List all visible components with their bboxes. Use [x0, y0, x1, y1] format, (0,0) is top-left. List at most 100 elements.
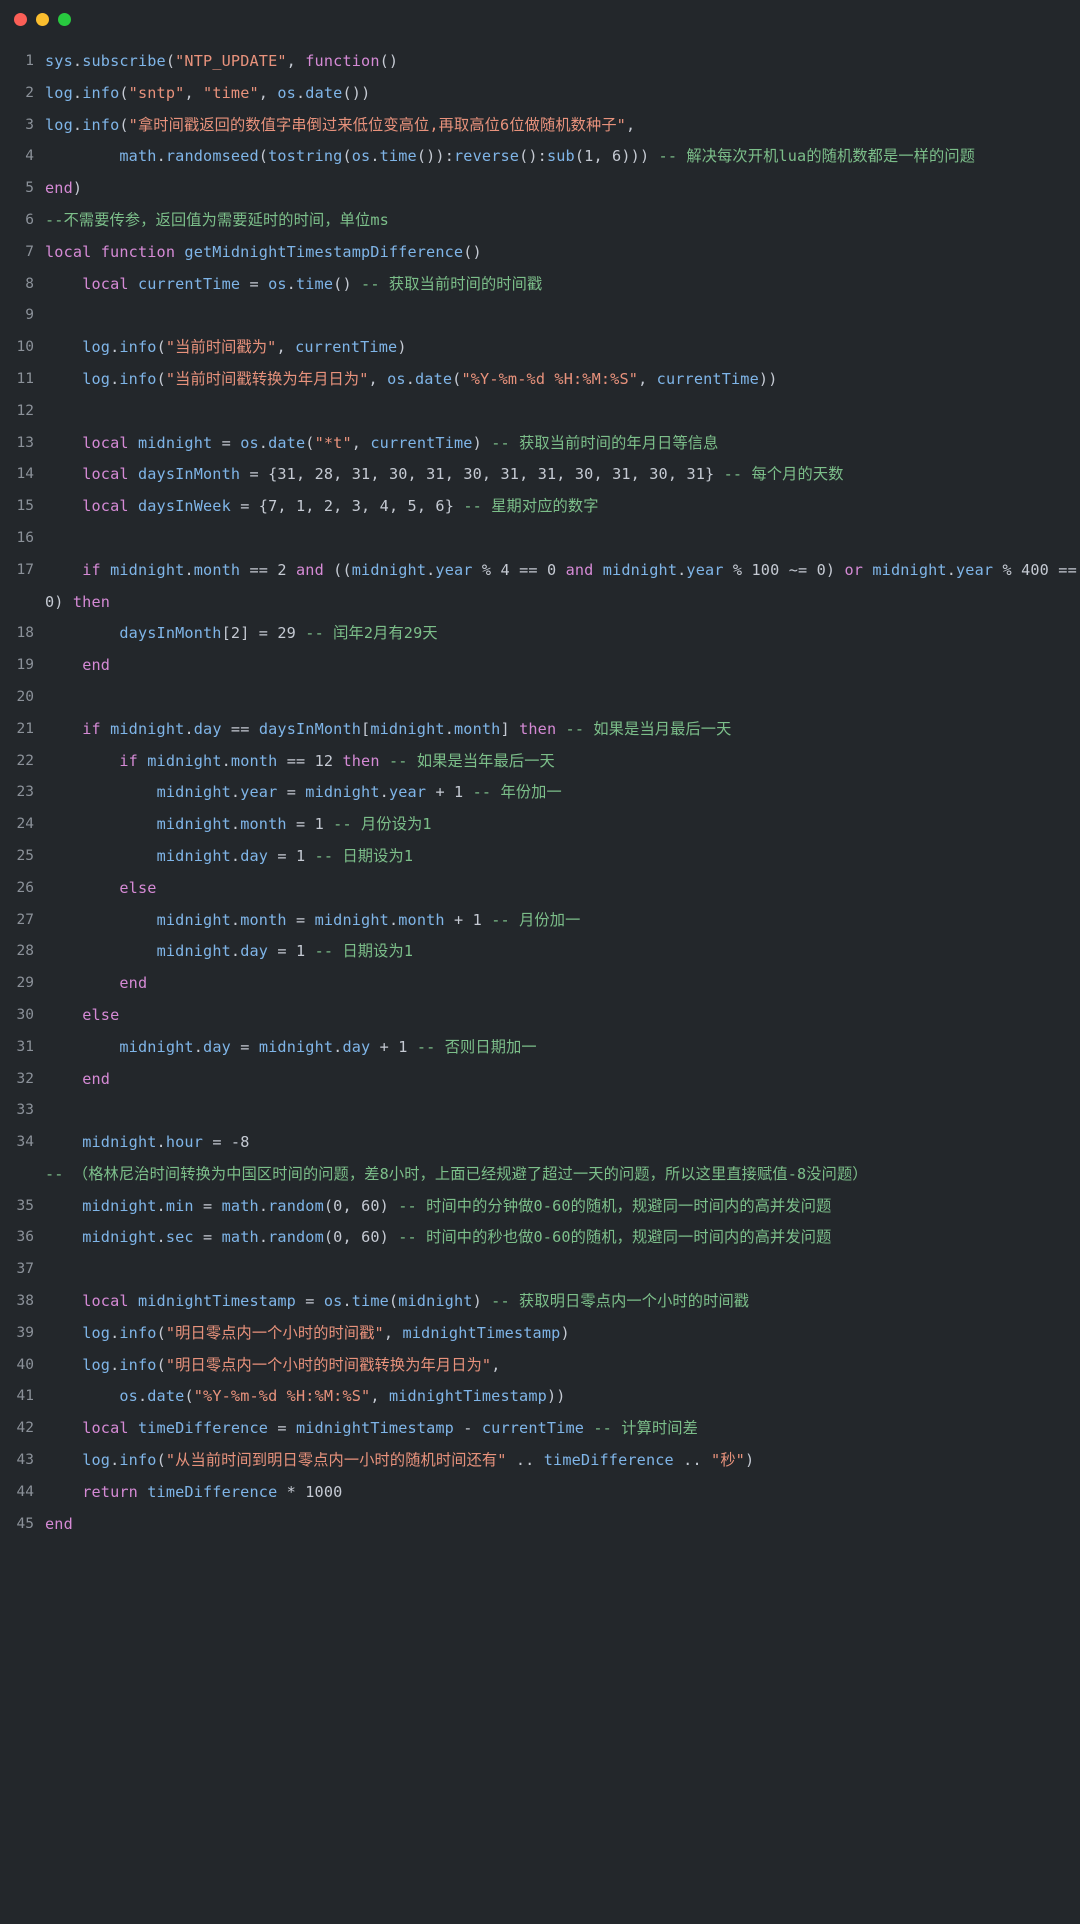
code-line-text[interactable]: local daysInWeek = {7, 1, 2, 3, 4, 5, 6}…: [34, 491, 1080, 523]
code-line-text[interactable]: midnight.month = midnight.month + 1 -- 月…: [34, 905, 1080, 937]
line-number: 11: [16, 370, 34, 387]
line-number: 20: [16, 688, 34, 705]
code-line: 43 log.info("从当前时间到明日零点内一小时的随机时间还有" .. t…: [0, 1445, 1080, 1477]
code-line-text[interactable]: end: [34, 650, 1080, 682]
code-line-text[interactable]: [34, 396, 1080, 428]
code-line-text[interactable]: log.info("当前时间戳为", currentTime): [34, 332, 1080, 364]
code-line-text[interactable]: local currentTime = os.time() -- 获取当前时间的…: [34, 269, 1080, 301]
code-line: 36 midnight.sec = math.random(0, 60) -- …: [0, 1222, 1080, 1254]
code-line-text[interactable]: end: [34, 1064, 1080, 1096]
maximize-button[interactable]: [58, 12, 71, 26]
code-line-text[interactable]: --不需要传参，返回值为需要延时的时间，单位ms: [34, 205, 1080, 237]
code-line-text[interactable]: sys.subscribe("NTP_UPDATE", function(): [34, 46, 1080, 78]
code-line-text[interactable]: [34, 682, 1080, 714]
line-number: 41: [16, 1388, 34, 1405]
line-number: 25: [16, 847, 34, 864]
code-line-text[interactable]: midnight.year = midnight.year + 1 -- 年份加…: [34, 777, 1080, 809]
code-line: 24 midnight.month = 1 -- 月份设为1: [0, 809, 1080, 841]
code-line: 40 log.info("明日零点内一个小时的时间戳转换为年月日为",: [0, 1350, 1080, 1382]
code-line-text[interactable]: [34, 523, 1080, 555]
line-number: 28: [16, 943, 34, 960]
code-line: 2 log.info("sntp", "time", os.date()): [0, 78, 1080, 110]
code-line-text[interactable]: if midnight.day == daysInMonth[midnight.…: [34, 714, 1080, 746]
code-line-text[interactable]: midnight.month = 1 -- 月份设为1: [34, 809, 1080, 841]
line-number: 45: [16, 1515, 34, 1532]
code-line: 19 end: [0, 650, 1080, 682]
code-line-text[interactable]: midnight.day = 1 -- 日期设为1: [34, 936, 1080, 968]
code-line: 29 end: [0, 968, 1080, 1000]
code-line-text[interactable]: midnight.day = midnight.day + 1 -- 否则日期加…: [34, 1032, 1080, 1064]
code-line-text[interactable]: log.info("从当前时间到明日零点内一小时的随机时间还有" .. time…: [34, 1445, 1080, 1477]
code-line-text[interactable]: local function getMidnightTimestampDiffe…: [34, 237, 1080, 269]
code-line-text[interactable]: os.date("%Y-%m-%d %H:%M:%S", midnightTim…: [34, 1381, 1080, 1413]
code-line-text[interactable]: end: [34, 968, 1080, 1000]
code-line: 5 end): [0, 173, 1080, 205]
code-line-text[interactable]: local timeDifference = midnightTimestamp…: [34, 1413, 1080, 1445]
code-line-text[interactable]: midnight.hour = -8 -- （格林尼治时间转换为中国区时间的问题…: [34, 1127, 1080, 1191]
code-line: 8 local currentTime = os.time() -- 获取当前时…: [0, 269, 1080, 301]
code-line-text[interactable]: local daysInMonth = {31, 28, 31, 30, 31,…: [34, 459, 1080, 491]
code-line-text[interactable]: local midnightTimestamp = os.time(midnig…: [34, 1286, 1080, 1318]
code-line: 17 if midnight.month == 2 and ((midnight…: [0, 555, 1080, 619]
code-line-text[interactable]: if midnight.month == 12 then -- 如果是当年最后一…: [34, 746, 1080, 778]
code-line: 13 local midnight = os.date("*t", curren…: [0, 428, 1080, 460]
line-number: 18: [16, 625, 34, 642]
close-button[interactable]: [14, 12, 27, 26]
line-number: 5: [25, 180, 34, 197]
code-line-text[interactable]: midnight.day = 1 -- 日期设为1: [34, 841, 1080, 873]
code-line-text[interactable]: else: [34, 1000, 1080, 1032]
code-line-text[interactable]: log.info("拿时间戳返回的数值字串倒过来低位变高位,再取高位6位做随机数…: [34, 110, 1080, 142]
code-line-text[interactable]: log.info("明日零点内一个小时的时间戳", midnightTimest…: [34, 1318, 1080, 1350]
code-line-text[interactable]: [34, 1254, 1080, 1286]
code-line: 25 midnight.day = 1 -- 日期设为1: [0, 841, 1080, 873]
code-line: 39 log.info("明日零点内一个小时的时间戳", midnightTim…: [0, 1318, 1080, 1350]
line-number: 44: [16, 1483, 34, 1500]
code-line-text[interactable]: local midnight = os.date("*t", currentTi…: [34, 428, 1080, 460]
line-number: 43: [16, 1452, 34, 1469]
line-number: 23: [16, 784, 34, 801]
line-number: 22: [16, 752, 34, 769]
code-line: 23 midnight.year = midnight.year + 1 -- …: [0, 777, 1080, 809]
code-line: 27 midnight.month = midnight.month + 1 -…: [0, 905, 1080, 937]
code-line-text[interactable]: return timeDifference * 1000: [34, 1477, 1080, 1509]
code-line-text[interactable]: log.info("sntp", "time", os.date()): [34, 78, 1080, 110]
line-number: 39: [16, 1324, 34, 1341]
line-number: 30: [16, 1006, 34, 1023]
code-line-text[interactable]: end: [34, 1509, 1080, 1541]
code-line: 41 os.date("%Y-%m-%d %H:%M:%S", midnight…: [0, 1381, 1080, 1413]
code-line: 9: [0, 300, 1080, 332]
code-line: 20: [0, 682, 1080, 714]
code-line-text[interactable]: [34, 1095, 1080, 1127]
code-line-text[interactable]: if midnight.month == 2 and ((midnight.ye…: [34, 555, 1080, 619]
code-line: 26 else: [0, 873, 1080, 905]
code-line-text[interactable]: [34, 300, 1080, 332]
line-number: 6: [25, 211, 34, 228]
line-number: 38: [16, 1293, 34, 1310]
code-line: 37: [0, 1254, 1080, 1286]
line-number: 10: [16, 339, 34, 356]
code-line: 6 --不需要传参，返回值为需要延时的时间，单位ms: [0, 205, 1080, 237]
code-line-text[interactable]: daysInMonth[2] = 29 -- 闰年2月有29天: [34, 618, 1080, 650]
code-line-text[interactable]: midnight.min = math.random(0, 60) -- 时间中…: [34, 1191, 1080, 1223]
code-line-text[interactable]: math.randomseed(tostring(os.time()):reve…: [34, 141, 1080, 173]
code-line-text[interactable]: else: [34, 873, 1080, 905]
code-line-text[interactable]: midnight.sec = math.random(0, 60) -- 时间中…: [34, 1222, 1080, 1254]
line-number: 32: [16, 1070, 34, 1087]
line-number: 13: [16, 434, 34, 451]
line-number: 40: [16, 1356, 34, 1373]
code-line: 33: [0, 1095, 1080, 1127]
code-editor[interactable]: 1 sys.subscribe("NTP_UPDATE", function() 2…: [0, 38, 1080, 1541]
line-number: 12: [16, 402, 34, 419]
line-number: 29: [16, 975, 34, 992]
code-line-text[interactable]: log.info("当前时间戳转换为年月日为", os.date("%Y-%m-…: [34, 364, 1080, 396]
line-number: 7: [25, 243, 34, 260]
code-line-text[interactable]: log.info("明日零点内一个小时的时间戳转换为年月日为",: [34, 1350, 1080, 1382]
code-line-text[interactable]: end): [34, 173, 1080, 205]
code-line: 10 log.info("当前时间戳为", currentTime): [0, 332, 1080, 364]
line-number: 37: [16, 1261, 34, 1278]
window-titlebar: [0, 0, 1080, 38]
minimize-button[interactable]: [36, 12, 49, 26]
code-line: 44 return timeDifference * 1000: [0, 1477, 1080, 1509]
code-line: 21 if midnight.day == daysInMonth[midnig…: [0, 714, 1080, 746]
code-line: 12: [0, 396, 1080, 428]
